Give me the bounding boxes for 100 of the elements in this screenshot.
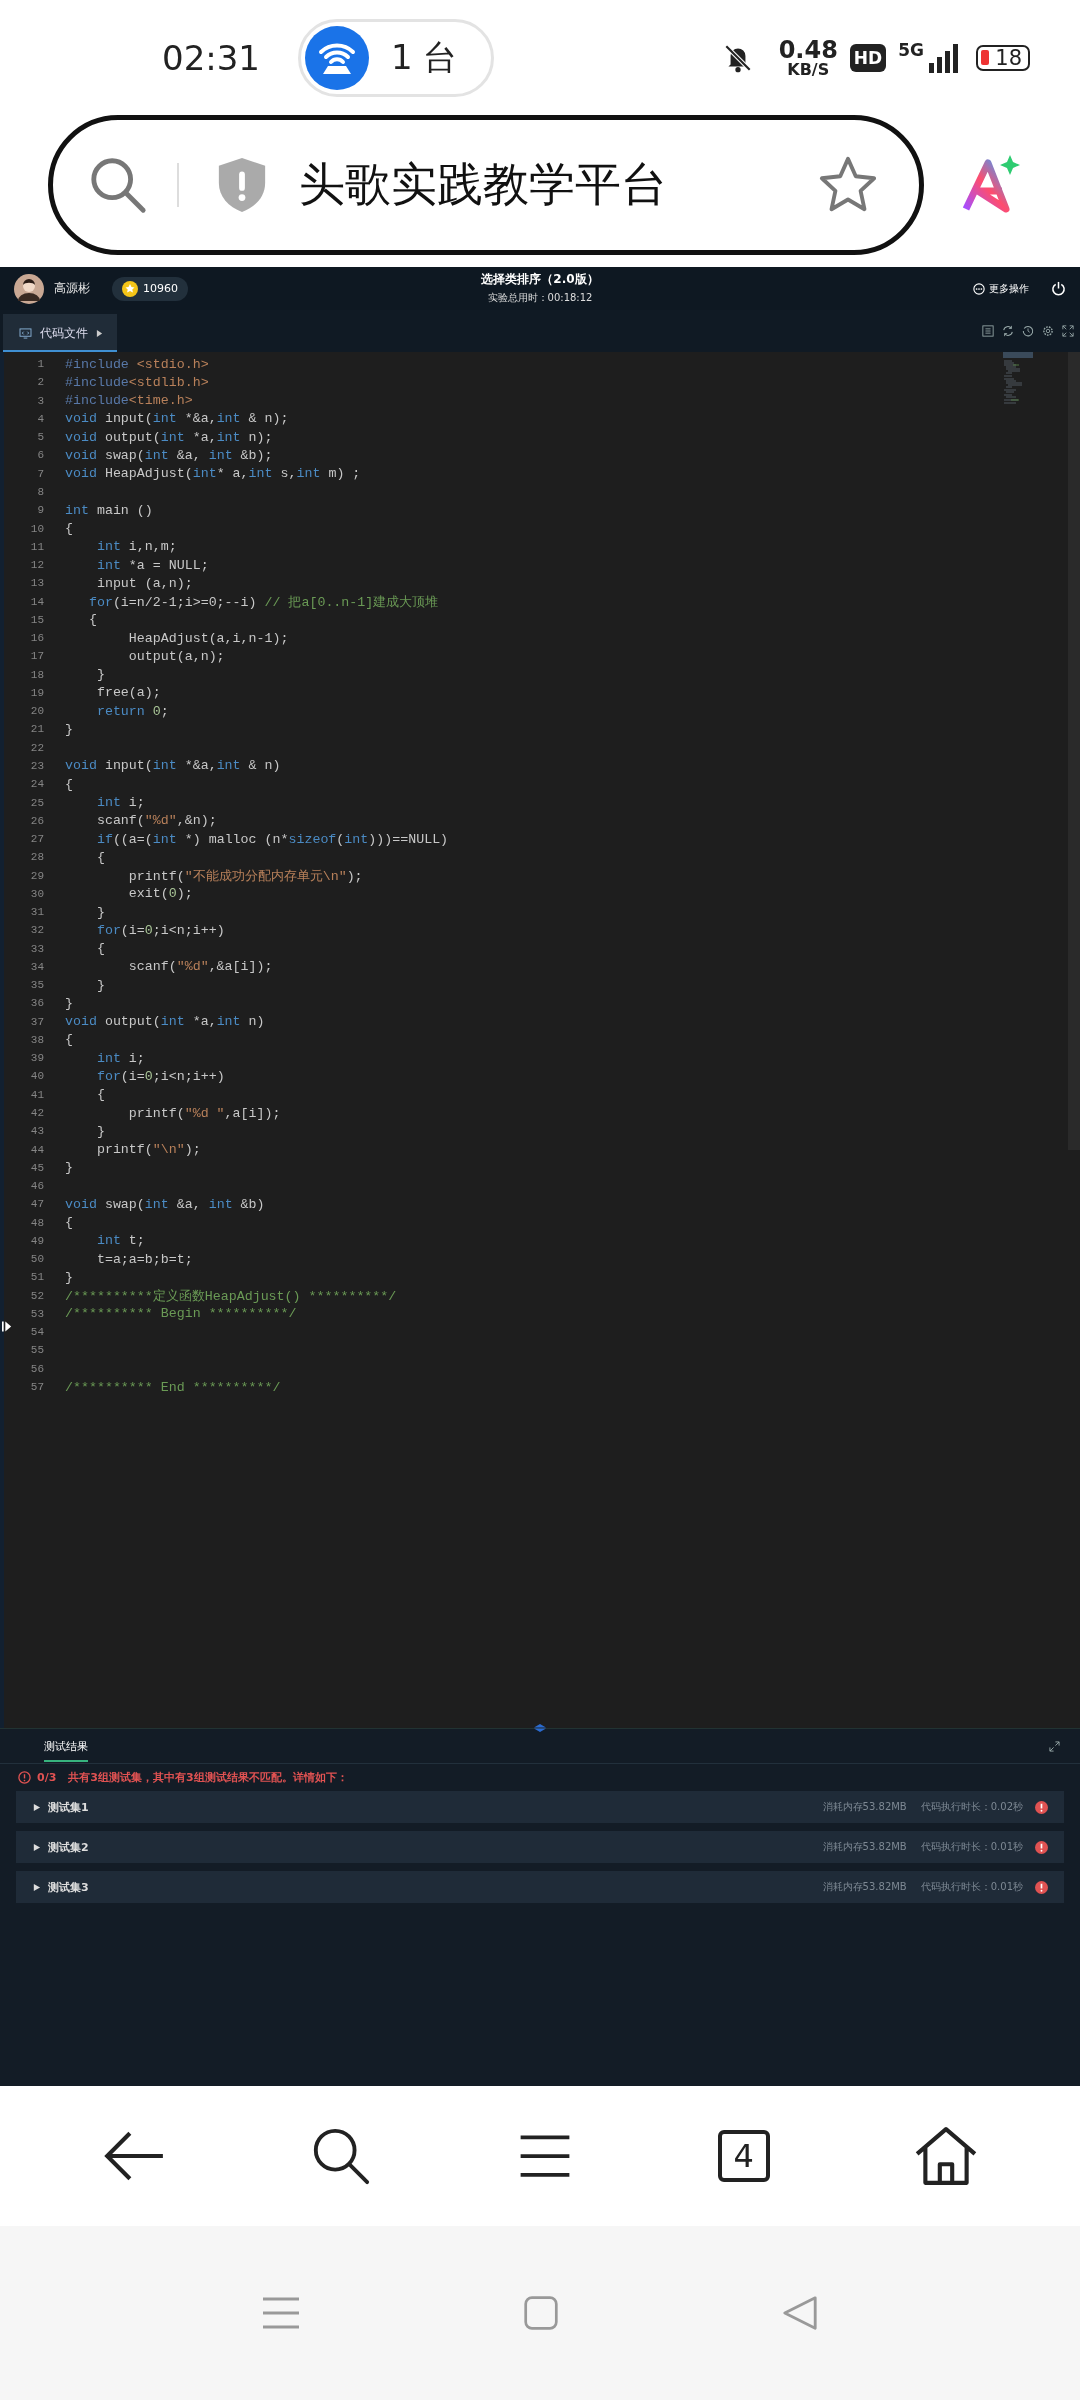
- line-number: 25: [29, 796, 44, 809]
- code-line: void output(int *a,int n): [65, 1014, 265, 1030]
- code-line: exit(0);: [127, 886, 193, 902]
- code-line: void input(int *&a,int & n): [65, 758, 281, 774]
- line-number: 12: [29, 559, 44, 572]
- code-line: int i;: [95, 1050, 145, 1066]
- line-number: 30: [29, 887, 44, 900]
- line-number: 42: [29, 1107, 44, 1119]
- code-line: }: [95, 904, 105, 920]
- code-line: }: [95, 667, 105, 683]
- line-number: 38: [29, 1033, 44, 1046]
- code-line: {: [95, 849, 105, 865]
- test-set-name: 测试集3: [48, 1879, 89, 1895]
- line-number: 29: [29, 869, 44, 882]
- line-number: 52: [29, 1289, 44, 1302]
- expand-icon[interactable]: [1049, 1740, 1060, 1752]
- summary-text: 共有3组测试集，其中有3组测试结果不匹配。详情如下：: [68, 1770, 348, 1785]
- test-set-name: 测试集1: [48, 1799, 89, 1815]
- line-number: 43: [29, 1125, 44, 1138]
- code-line: {: [95, 1087, 105, 1103]
- network-type: 5G: [898, 39, 924, 60]
- line-number: 22: [29, 741, 44, 754]
- code-line: {: [87, 612, 97, 628]
- code-line: #include<time.h>: [65, 393, 193, 409]
- line-number: 51: [29, 1271, 44, 1284]
- more-actions-button[interactable]: 更多操作: [973, 281, 1029, 296]
- line-number: 32: [29, 924, 44, 937]
- test-set-name: 测试集2: [48, 1839, 89, 1855]
- test-set-row[interactable]: 测试集3 消耗内存53.82MB 代码执行时长：0.01秒: [16, 1871, 1064, 1903]
- memory-usage: 消耗内存53.82MB: [822, 1800, 907, 1814]
- lab-title: 选择类排序（2.0版）: [481, 271, 599, 288]
- line-number: 56: [29, 1362, 44, 1375]
- code-line: scanf("%d",&n);: [95, 813, 217, 829]
- code-line: int *a = NULL;: [95, 557, 209, 573]
- line-number: 41: [29, 1088, 44, 1101]
- line-number: 47: [29, 1198, 44, 1211]
- fullscreen-icon[interactable]: [1062, 325, 1074, 337]
- line-number: 5: [36, 431, 44, 444]
- results-tab[interactable]: 测试结果: [44, 1730, 88, 1762]
- line-number: 24: [29, 778, 44, 791]
- execution-time: 代码执行时长：0.02秒: [920, 1800, 1023, 1814]
- test-set-row[interactable]: 测试集1 消耗内存53.82MB 代码执行时长：0.02秒: [16, 1791, 1064, 1823]
- power-icon[interactable]: [1051, 281, 1066, 296]
- line-number: 49: [29, 1234, 44, 1247]
- settings-icon[interactable]: [1042, 325, 1054, 337]
- line-number: 36: [29, 997, 44, 1010]
- code-line: }: [95, 977, 105, 993]
- panel-toggle-icon[interactable]: [2, 1320, 12, 1333]
- line-number: 10: [29, 522, 44, 535]
- code-line: }: [95, 1123, 105, 1139]
- code-line: int i,n,m;: [95, 539, 177, 555]
- status-time: 02:31: [162, 37, 260, 78]
- code-line: scanf("%d",&a[i]);: [127, 959, 273, 975]
- file-tab[interactable]: 代码文件: [3, 314, 117, 352]
- line-number: 44: [29, 1143, 44, 1156]
- line-number: 16: [29, 632, 44, 645]
- line-number: 50: [29, 1253, 44, 1266]
- code-icon: [19, 327, 32, 339]
- code-line: void output(int *a,int n);: [65, 429, 273, 445]
- line-number: 8: [36, 486, 44, 498]
- line-number: 55: [29, 1344, 44, 1357]
- elapsed-time: 实验总用时：00:18:12: [487, 291, 593, 305]
- expand-caret-icon: [32, 1842, 41, 1852]
- line-number: 34: [29, 960, 44, 973]
- code-line: void input(int *&a,int & n);: [65, 411, 289, 427]
- resize-handle[interactable]: [532, 1724, 548, 1732]
- line-number: 27: [29, 833, 44, 846]
- scrollbar[interactable]: [1068, 352, 1080, 1150]
- code-line: if((a=(int *) malloc (n*sizeof(int)))==NULL): [95, 831, 449, 847]
- line-number: 54: [29, 1326, 44, 1339]
- code-line: {: [65, 776, 73, 792]
- refresh-icon[interactable]: [1002, 325, 1014, 337]
- address-bar[interactable]: 头歌实践教学平台: [48, 115, 924, 255]
- history-icon[interactable]: [1022, 325, 1034, 337]
- expand-caret-icon: [32, 1802, 41, 1812]
- code-line: {: [65, 1215, 73, 1231]
- avatar-icon[interactable]: [14, 273, 44, 304]
- test-set-row[interactable]: 测试集2 消耗内存53.82MB 代码执行时长：0.01秒: [16, 1831, 1064, 1863]
- coin-badge[interactable]: 10960: [112, 276, 188, 301]
- hotspot-chip[interactable]: 1 台: [298, 18, 495, 97]
- line-number: 3: [36, 394, 44, 407]
- code-line: HeapAdjust(a,i,n-1);: [127, 630, 289, 646]
- execution-time: 代码执行时长：0.01秒: [920, 1840, 1023, 1854]
- memory-usage: 消耗内存53.82MB: [822, 1840, 907, 1854]
- line-number: 19: [29, 686, 44, 699]
- caret-icon: [96, 328, 103, 338]
- line-number: 20: [29, 705, 44, 718]
- tabs-button[interactable]: 4: [717, 2130, 770, 2182]
- line-number: 11: [29, 540, 44, 553]
- code-line: t=a;a=b;b=t;: [95, 1251, 193, 1267]
- code-line: int main (): [65, 502, 153, 518]
- code-line: #include <stdio.h>: [65, 356, 209, 372]
- expand-caret-icon: [32, 1882, 41, 1892]
- code-line: {: [95, 941, 105, 957]
- code-line: printf("不能成功分配内存单元\n");: [127, 867, 363, 885]
- line-number: 46: [29, 1180, 44, 1193]
- list-icon[interactable]: [982, 325, 994, 337]
- code-line: input (a,n);: [95, 575, 193, 591]
- code-line: printf("\n");: [95, 1142, 201, 1158]
- line-number: 1: [36, 358, 44, 371]
